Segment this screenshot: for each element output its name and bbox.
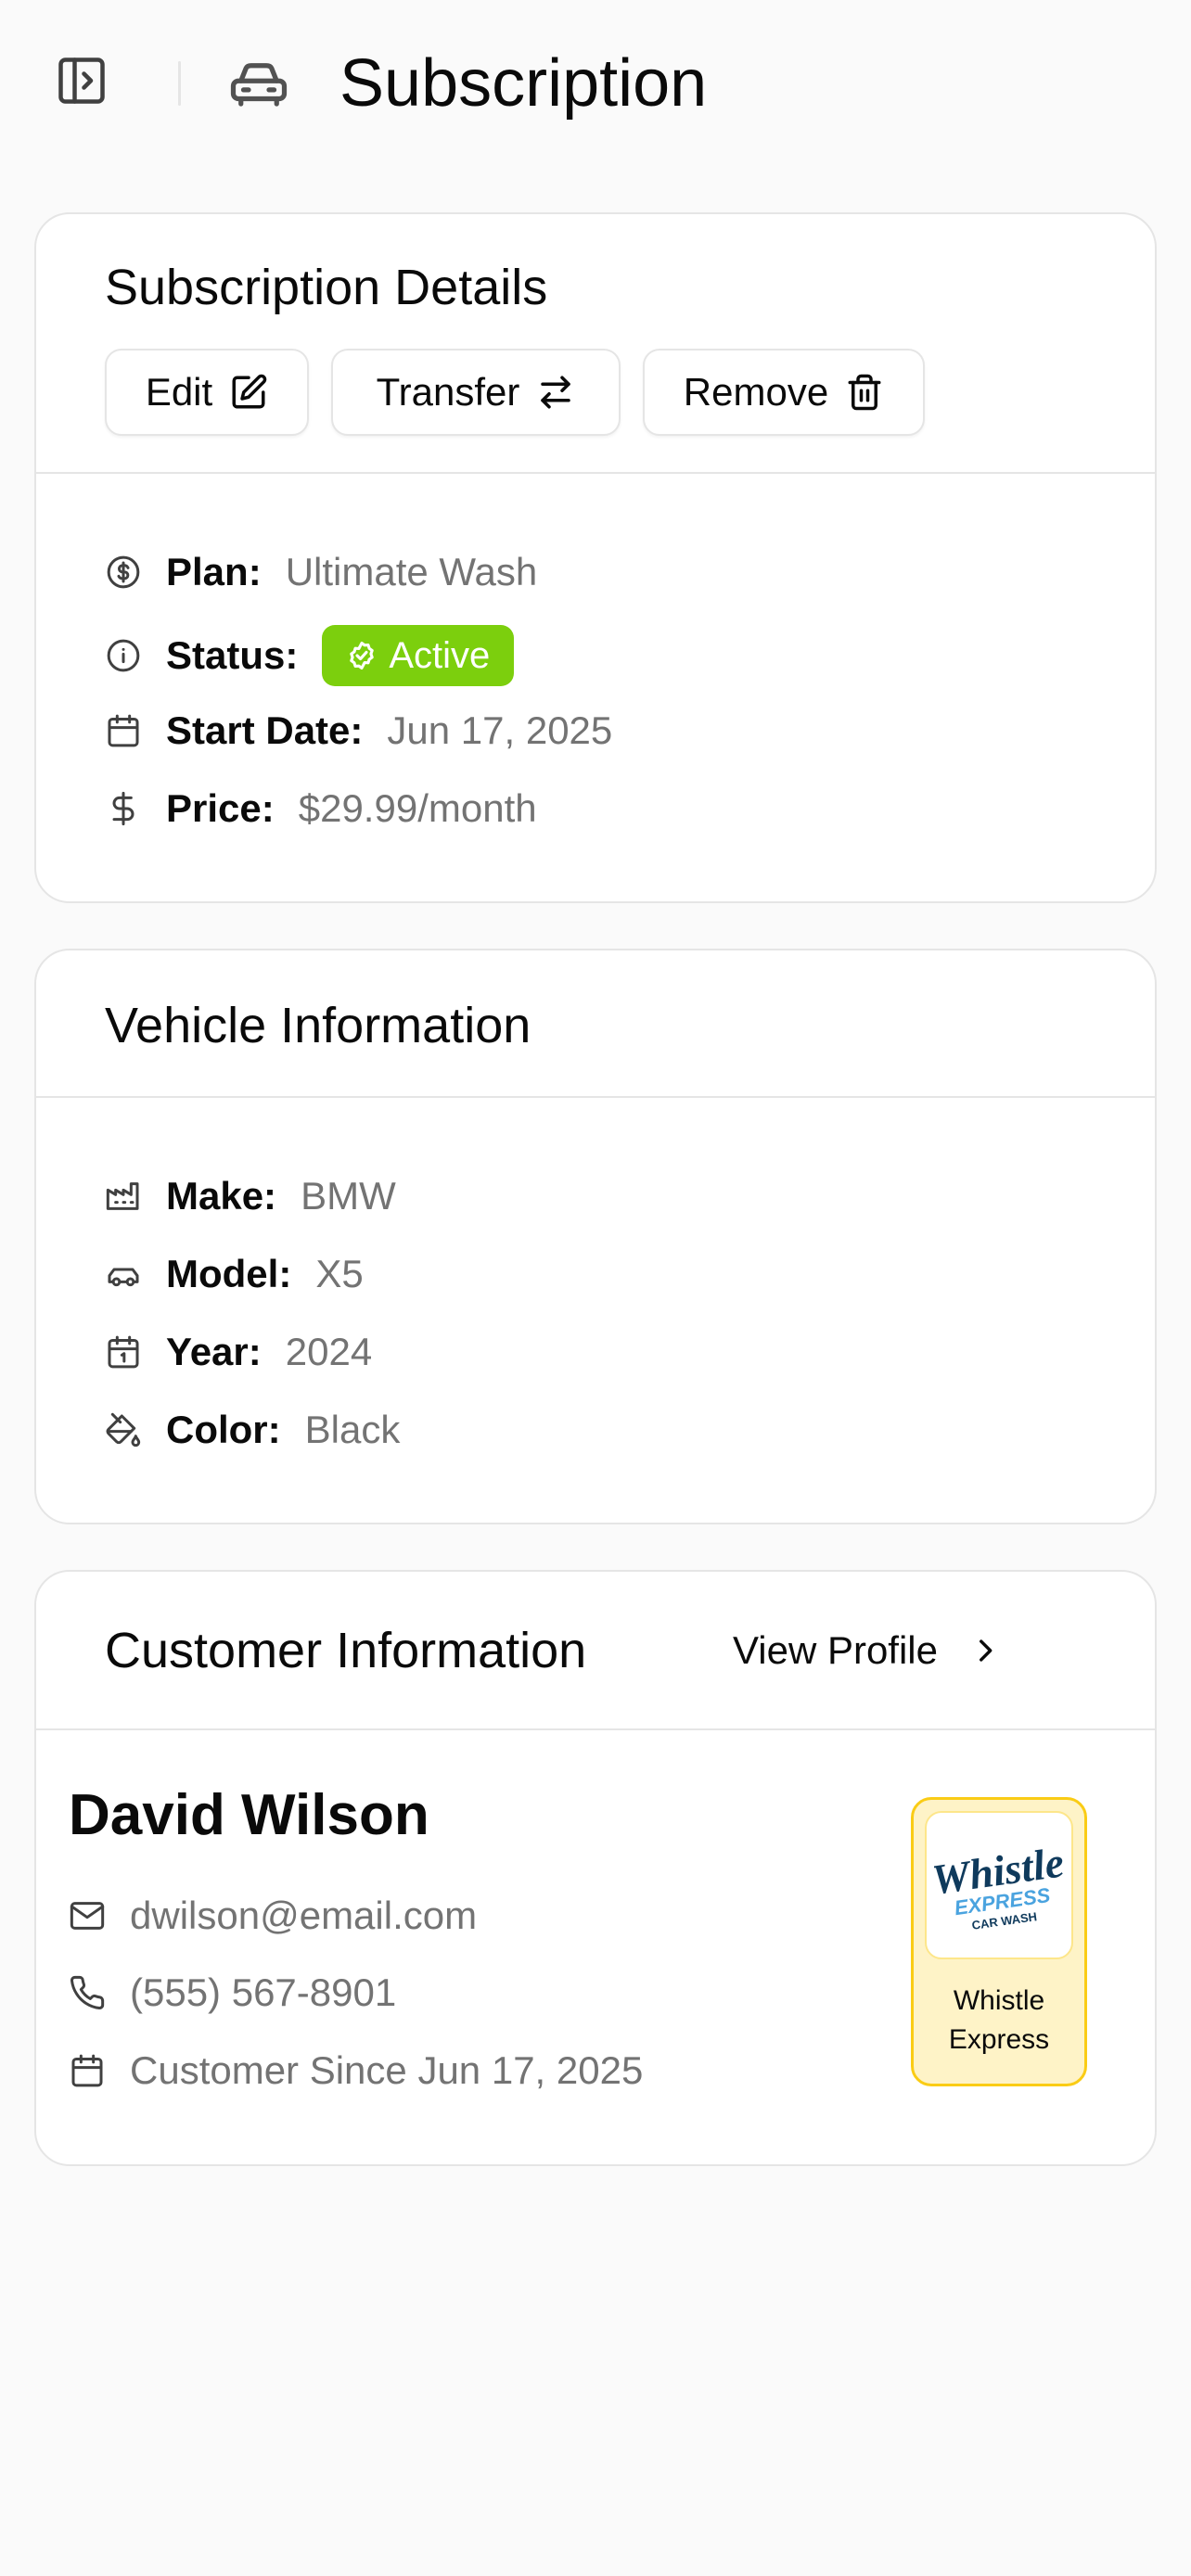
calendar-icon (105, 712, 142, 749)
status-badge: Active (322, 625, 515, 686)
customer-phone: (555) 567-8901 (130, 1970, 397, 2014)
car-icon (230, 63, 288, 107)
remove-label: Remove (683, 370, 829, 414)
brand-name: Whistle Express (948, 1985, 1050, 2055)
status-row: Status: Active (105, 625, 515, 686)
customer-name: David Wilson (69, 1783, 429, 1847)
transfer-label: Transfer (376, 370, 520, 414)
factory-icon (105, 1178, 142, 1215)
customer-since: Customer Since Jun 17, 2025 (130, 2048, 644, 2092)
edit-icon (232, 374, 267, 409)
status-text: Active (389, 634, 491, 676)
color-row: Color: Black (105, 1404, 400, 1456)
price-row: Price: $29.99/month (105, 783, 537, 835)
card-divider (36, 472, 1155, 474)
brand-card[interactable]: Whistle EXPRESS CAR WASH Whistle Express (911, 1797, 1087, 2086)
customer-email: dwilson@email.com (130, 1894, 478, 1937)
chevron-right-icon (980, 1639, 992, 1662)
dollar-circle-icon (105, 554, 142, 591)
price-label: Price: (166, 786, 275, 830)
make-row: Make: BMW (105, 1170, 396, 1222)
check-circle-icon (350, 641, 375, 670)
transfer-button[interactable]: Transfer (331, 349, 621, 436)
sidebar-toggle-icon (58, 57, 105, 104)
calendar-day-icon (105, 1333, 142, 1371)
model-value: X5 (315, 1252, 364, 1295)
trash-icon (848, 374, 881, 411)
sidebar-toggle-button[interactable] (52, 51, 111, 110)
model-row: Model: X5 (105, 1248, 364, 1300)
card-title: Vehicle Information (105, 998, 531, 1053)
customer-since-row: Customer Since Jun 17, 2025 (69, 2045, 643, 2097)
card-title: Subscription Details (105, 260, 548, 315)
color-label: Color: (166, 1408, 281, 1451)
paint-bucket-icon (105, 1411, 142, 1448)
whistle-express-logo: Whistle EXPRESS CAR WASH (925, 1811, 1073, 1959)
info-icon (105, 637, 142, 674)
start-date-value: Jun 17, 2025 (387, 708, 613, 752)
page-header: Subscription (0, 0, 1191, 167)
card-divider (36, 1096, 1155, 1098)
dollar-icon (105, 790, 142, 827)
start-date-label: Start Date: (166, 708, 364, 752)
status-label: Status: (166, 633, 299, 677)
phone-icon (69, 1974, 106, 2011)
mail-icon (69, 1897, 106, 1934)
plan-value: Ultimate Wash (285, 550, 538, 593)
year-row: Year: 2024 (105, 1326, 372, 1378)
customer-phone-row: (555) 567-8901 (69, 1967, 396, 2019)
plan-row: Plan: Ultimate Wash (105, 546, 537, 598)
make-value: BMW (301, 1174, 396, 1218)
start-date-row: Start Date: Jun 17, 2025 (105, 705, 612, 757)
edit-button[interactable]: Edit (105, 349, 309, 436)
model-label: Model: (166, 1252, 292, 1295)
edit-label: Edit (145, 370, 213, 414)
remove-button[interactable]: Remove (643, 349, 925, 436)
card-divider (36, 1728, 1155, 1730)
view-profile-link[interactable]: View Profile (733, 1612, 1001, 1690)
plan-label: Plan: (166, 550, 262, 593)
make-label: Make: (166, 1174, 277, 1218)
car-front-icon (105, 1256, 142, 1293)
card-title: Customer Information (105, 1623, 587, 1678)
calendar-icon (69, 2052, 106, 2089)
customer-email-row: dwilson@email.com (69, 1890, 477, 1942)
subscription-details-card: Subscription Details Edit Transfer Remov… (34, 212, 1157, 903)
color-value: Black (304, 1408, 401, 1451)
vehicle-information-card: Vehicle Information Make: BMW Model: X5 … (34, 949, 1157, 1524)
year-label: Year: (166, 1330, 262, 1373)
header-separator (178, 61, 181, 106)
year-value: 2024 (285, 1330, 373, 1373)
transfer-icon (541, 376, 571, 409)
price-value: $29.99/month (298, 786, 537, 830)
view-profile-label: View Profile (733, 1628, 938, 1672)
page-title: Subscription (339, 46, 708, 121)
